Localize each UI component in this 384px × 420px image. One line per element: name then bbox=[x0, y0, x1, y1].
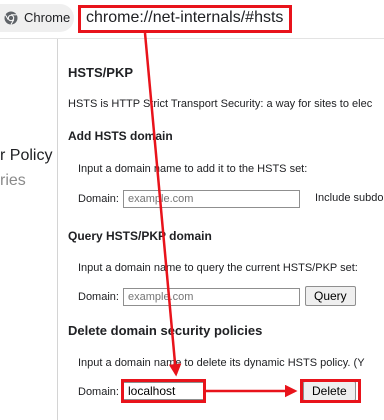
chip-label: Chrome bbox=[24, 10, 71, 25]
sidebar-item-policy[interactable]: r Policy bbox=[0, 147, 52, 165]
browser-toolbar: Chrome chrome://net-internals/#hsts bbox=[0, 0, 384, 39]
include-subdomains-label[interactable]: Include subdo bbox=[315, 192, 384, 204]
page-title: HSTS/PKP bbox=[68, 65, 134, 80]
chrome-chip[interactable]: Chrome bbox=[0, 4, 74, 32]
sidebar: r Policy ries bbox=[0, 39, 58, 420]
query-heading: Query HSTS/PKP domain bbox=[68, 229, 212, 243]
query-domain-input[interactable] bbox=[123, 288, 300, 306]
sidebar-item-categories[interactable]: ries bbox=[0, 172, 26, 190]
delete-button[interactable]: Delete bbox=[303, 381, 356, 401]
address-bar[interactable]: chrome://net-internals/#hsts bbox=[74, 4, 384, 32]
delete-domain-label: Domain: bbox=[78, 386, 119, 398]
add-instructions: Input a domain name to add it to the HST… bbox=[78, 163, 308, 175]
delete-domain-input[interactable] bbox=[123, 382, 205, 400]
query-instructions: Input a domain name to query the current… bbox=[78, 262, 358, 274]
url-text[interactable]: chrome://net-internals/#hsts bbox=[86, 9, 283, 27]
delete-heading: Delete domain security policies bbox=[68, 323, 263, 338]
add-heading: Add HSTS domain bbox=[68, 129, 173, 143]
query-button[interactable]: Query bbox=[305, 286, 356, 306]
delete-instructions: Input a domain name to delete its dynami… bbox=[78, 357, 365, 369]
add-domain-input[interactable] bbox=[123, 190, 300, 208]
add-domain-label: Domain: bbox=[78, 193, 119, 205]
chrome-icon bbox=[4, 11, 18, 25]
query-domain-label: Domain: bbox=[78, 291, 119, 303]
main-content: HSTS/PKP HSTS is HTTP Strict Transport S… bbox=[58, 39, 384, 420]
page-description: HSTS is HTTP Strict Transport Security: … bbox=[68, 98, 373, 110]
